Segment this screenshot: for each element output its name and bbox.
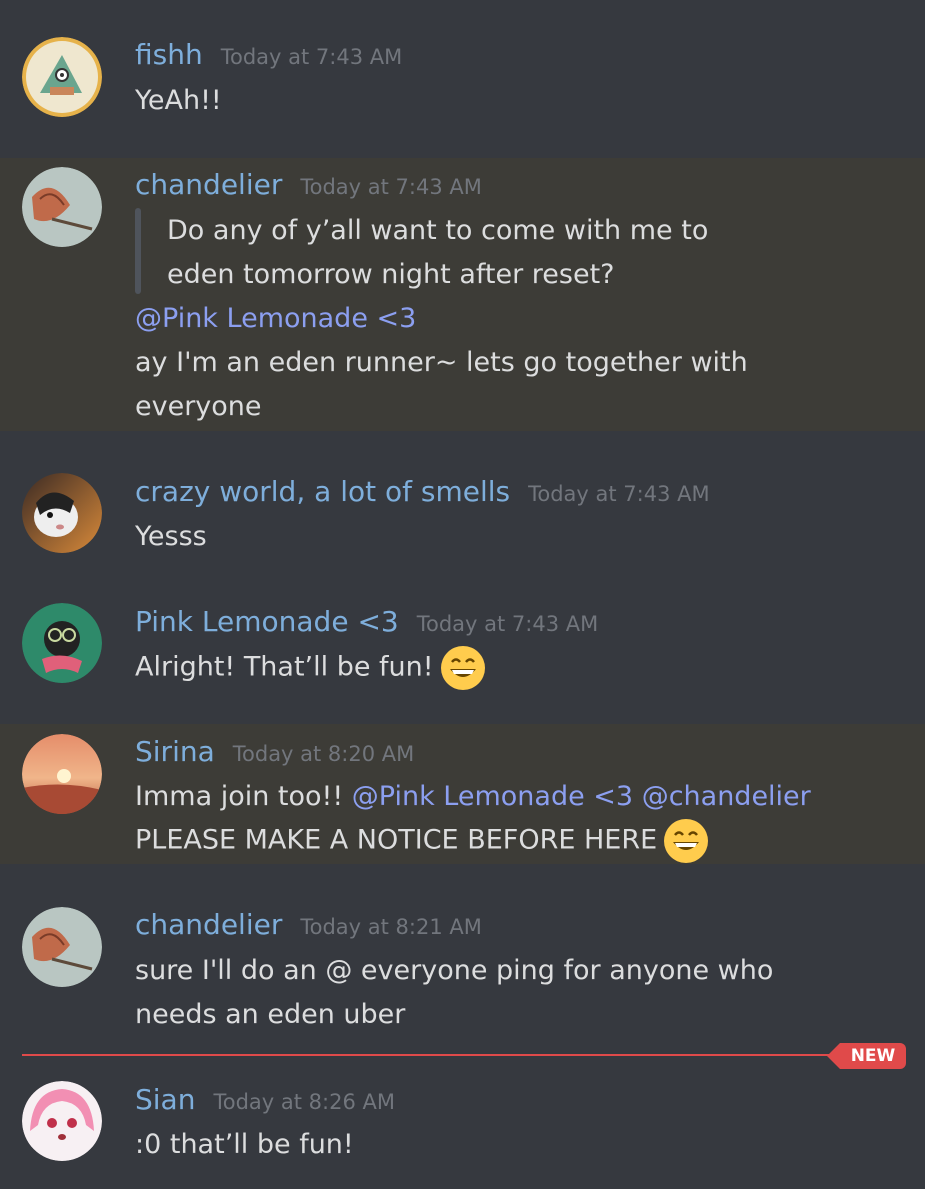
- grinning-face-emoji: [440, 646, 485, 690]
- message-sian: Sian Today at 8:26 AM :0 that’ll be fun!: [0, 1070, 925, 1189]
- message-text-content: PLEASE MAKE A NOTICE BEFORE HERE: [135, 824, 658, 856]
- username[interactable]: Sirina: [135, 735, 215, 768]
- quote-bar: [135, 208, 141, 294]
- avatar-chandelier[interactable]: [22, 167, 102, 247]
- timestamp: Today at 7:43 AM: [528, 482, 710, 506]
- avatar-image: [22, 167, 102, 247]
- grinning-face-emoji: [664, 819, 709, 863]
- message-text-content: Alright! That’ll be fun!: [135, 651, 434, 683]
- message-text: Yesss: [135, 521, 207, 552]
- mention-chandelier[interactable]: @chandelier: [642, 781, 811, 812]
- message-chandelier: chandelier Today at 8:21 AM sure I'll do…: [0, 864, 925, 1044]
- avatar-image: [22, 907, 102, 987]
- username[interactable]: chandelier: [135, 908, 282, 941]
- message-text: :0 that’ll be fun!: [135, 1129, 354, 1160]
- message-text: Alright! That’ll be fun!: [135, 645, 486, 691]
- message-text-content: Imma join too!!: [135, 781, 344, 812]
- avatar-fishh[interactable]: [22, 37, 102, 117]
- timestamp: Today at 8:20 AM: [232, 742, 415, 766]
- message-text: YeAh!!: [135, 85, 222, 116]
- message-text: PLEASE MAKE A NOTICE BEFORE HERE: [135, 818, 709, 864]
- username[interactable]: chandelier: [135, 168, 282, 201]
- new-messages-badge: NEW: [827, 1043, 906, 1069]
- message-text: needs an eden uber: [135, 999, 406, 1030]
- message-text: sure I'll do an @ everyone ping for anyo…: [135, 955, 774, 986]
- avatar-image: [22, 473, 102, 553]
- message-crazy-world: crazy world, a lot of smells Today at 7:…: [0, 431, 925, 581]
- avatar-crazy-world[interactable]: [22, 473, 102, 553]
- avatar-image: [22, 1081, 102, 1161]
- username[interactable]: Pink Lemonade <3: [135, 605, 399, 638]
- message-chandelier: chandelier Today at 7:43 AM Do any of y’…: [0, 158, 925, 431]
- timestamp: Today at 8:26 AM: [213, 1090, 395, 1114]
- message-fishh: fishh Today at 7:43 AM YeAh!!: [0, 0, 925, 158]
- message-text: everyone: [135, 391, 262, 422]
- message-sirina: Sirina Today at 8:20 AM Imma join too!! …: [0, 724, 925, 864]
- username[interactable]: fishh: [135, 38, 203, 71]
- username[interactable]: crazy world, a lot of smells: [135, 475, 510, 508]
- avatar-image: [22, 37, 102, 117]
- timestamp: Today at 7:43 AM: [220, 45, 403, 69]
- timestamp: Today at 7:43 AM: [416, 612, 599, 636]
- message-text: Imma join too!! @Pink Lemonade <3 @chand…: [135, 775, 811, 819]
- mention-pink-lemonade[interactable]: @Pink Lemonade <3: [352, 781, 633, 812]
- avatar-image: [22, 734, 102, 814]
- avatar-image: [22, 603, 102, 683]
- avatar-sian[interactable]: [22, 1081, 102, 1161]
- username[interactable]: Sian: [135, 1083, 195, 1116]
- quote-text: eden tomorrow night after reset?: [167, 259, 615, 290]
- timestamp: Today at 8:21 AM: [300, 915, 482, 939]
- quote-text: Do any of y’all want to come with me to: [167, 215, 709, 246]
- avatar-pink-lemonade[interactable]: [22, 603, 102, 683]
- message-text: ay I'm an eden runner~ lets go together …: [135, 347, 748, 378]
- message-pink-lemonade: Pink Lemonade <3 Today at 7:43 AM Alrigh…: [0, 581, 925, 724]
- avatar-chandelier[interactable]: [22, 907, 102, 987]
- new-messages-divider: [22, 1054, 842, 1056]
- avatar-sirina[interactable]: [22, 734, 102, 814]
- mention-pink-lemonade[interactable]: @Pink Lemonade <3: [135, 297, 416, 341]
- timestamp: Today at 7:43 AM: [300, 175, 482, 199]
